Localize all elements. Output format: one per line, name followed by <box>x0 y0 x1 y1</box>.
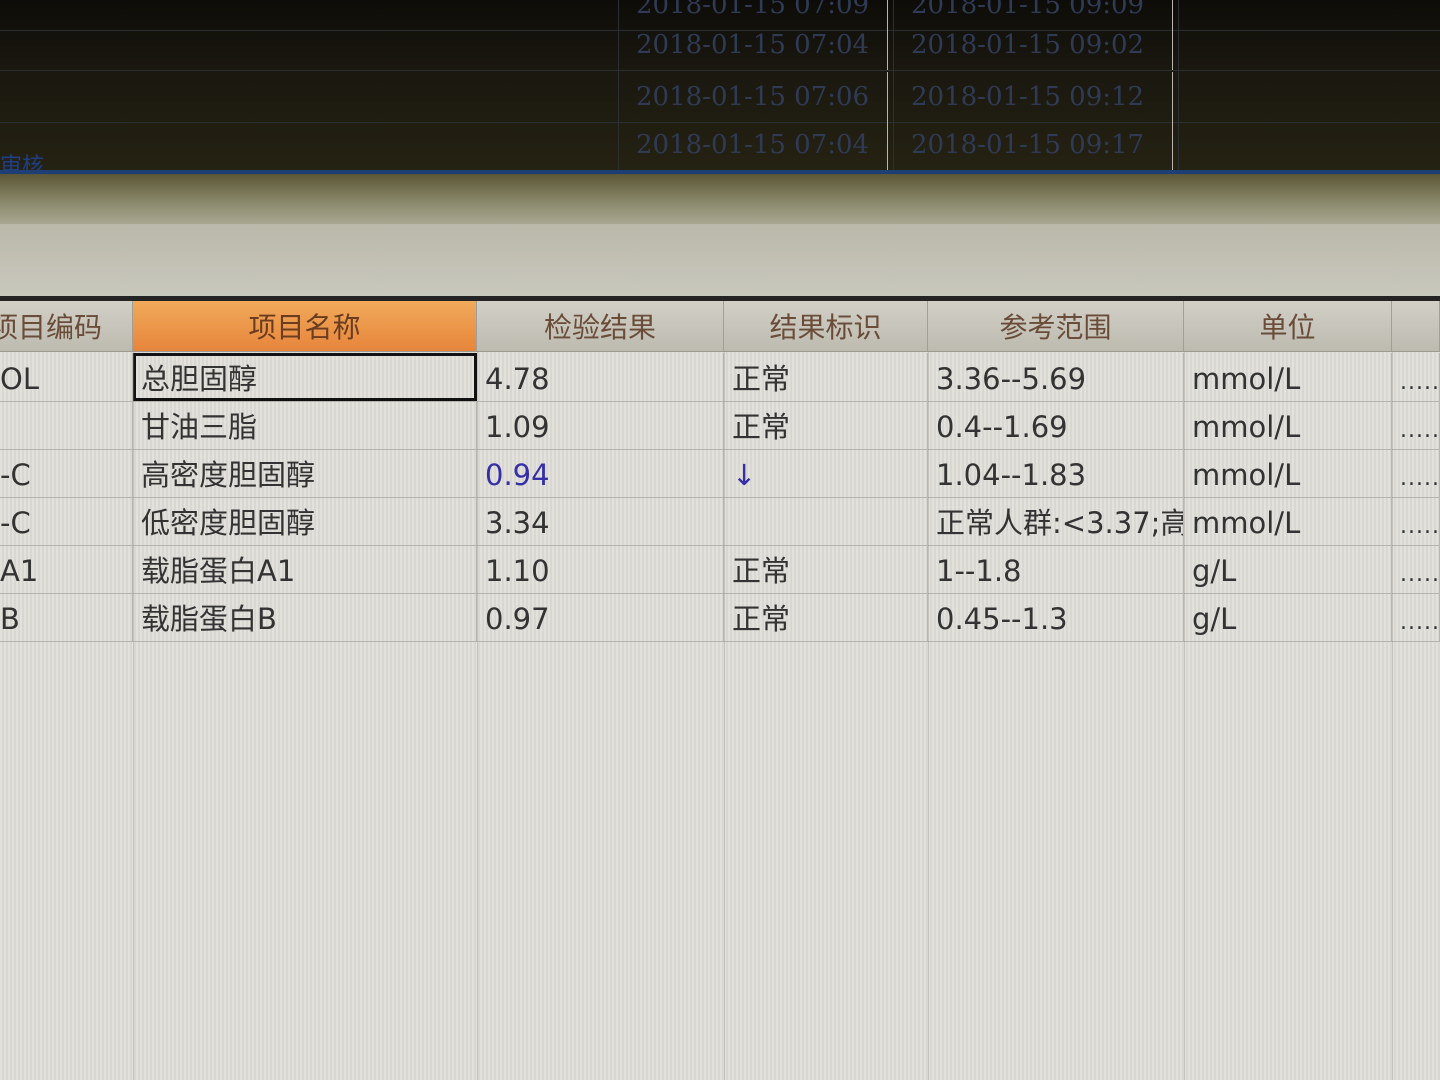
column-header-code[interactable]: 项目编码 <box>0 301 133 351</box>
item-name-cell[interactable]: 高密度胆固醇 <box>133 449 477 497</box>
result-row[interactable]: B 载脂蛋白B 0.97 正常 0.45--1.3 g/L ...... <box>0 593 1440 642</box>
result-value-cell[interactable]: 3.34 <box>477 497 724 545</box>
result-row[interactable]: A1 载脂蛋白A1 1.10 正常 1--1.8 g/L ...... <box>0 545 1440 594</box>
item-name-cell[interactable]: 总胆固醇 <box>133 353 477 401</box>
sample-report-time: 2018-01-15 09:17 <box>903 120 1173 170</box>
unit-cell[interactable]: mmol/L <box>1184 497 1392 545</box>
result-flag-cell[interactable]: ↓ <box>724 449 928 497</box>
result-row[interactable]: -C 低密度胆固醇 3.34 正常人群:<3.37;高 mmol/L .....… <box>0 497 1440 546</box>
item-name-cell[interactable]: 低密度胆固醇 <box>133 497 477 545</box>
column-header-name[interactable]: 项目名称 <box>133 301 477 351</box>
ellipsis: ...... <box>1400 418 1440 443</box>
result-row[interactable]: 甘油三脂 1.09 正常 0.4--1.69 mmol/L ...... <box>0 401 1440 450</box>
column-header-more[interactable] <box>1392 301 1440 351</box>
item-name-cell[interactable]: 载脂蛋白A1 <box>133 545 477 593</box>
reference-range-cell[interactable]: 0.4--1.69 <box>928 401 1184 449</box>
results-grid[interactable]: 项目编码 项目名称 检验结果 结果标识 参考范围 单位 OL 总胆固醇 4.78… <box>0 301 1440 1080</box>
more-cell[interactable]: ...... <box>1392 545 1440 593</box>
column-guide <box>133 351 134 1080</box>
splitter-bar[interactable] <box>0 174 1440 224</box>
more-cell[interactable]: ...... <box>1392 449 1440 497</box>
reference-range-cell[interactable]: 3.36--5.69 <box>928 353 1184 401</box>
unit-cell[interactable]: mmol/L <box>1184 401 1392 449</box>
result-flag-cell[interactable]: 正常 <box>724 545 928 593</box>
column-header-flag[interactable]: 结果标识 <box>724 301 928 351</box>
column-guide <box>1392 351 1393 1080</box>
column-header-unit[interactable]: 单位 <box>1184 301 1392 351</box>
more-cell[interactable]: ...... <box>1392 497 1440 545</box>
result-flag-cell[interactable]: 正常 <box>724 401 928 449</box>
item-name-cell[interactable]: 甘油三脂 <box>133 401 477 449</box>
more-cell[interactable]: ...... <box>1392 593 1440 641</box>
ellipsis: ...... <box>1400 370 1440 395</box>
result-value-cell[interactable]: 4.78 <box>477 353 724 401</box>
sample-received-time: 2018-01-15 07:04 <box>628 120 888 170</box>
sample-report-time: 2018-01-15 09:02 <box>903 20 1173 70</box>
item-code-cell[interactable]: -C <box>0 497 133 545</box>
column-guide <box>1184 351 1185 1080</box>
column-guide <box>477 351 478 1080</box>
more-cell[interactable]: ...... <box>1392 401 1440 449</box>
sample-row[interactable]: 2018-01-15 07:04 2018-01-15 09:17 <box>0 120 1440 171</box>
sample-row[interactable]: 2018-01-15 07:04 2018-01-15 09:02 <box>0 20 1440 71</box>
unit-cell[interactable]: g/L <box>1184 593 1392 641</box>
ellipsis: ...... <box>1400 514 1440 539</box>
ellipsis: ...... <box>1400 610 1440 635</box>
item-code-cell[interactable]: -C <box>0 449 133 497</box>
column-guide <box>928 351 929 1080</box>
result-flag-cell[interactable]: 正常 <box>724 593 928 641</box>
unit-cell[interactable]: mmol/L <box>1184 353 1392 401</box>
result-row[interactable]: OL 总胆固醇 4.78 正常 3.36--5.69 mmol/L ...... <box>0 353 1440 402</box>
result-value-cell[interactable]: 1.09 <box>477 401 724 449</box>
result-value-cell[interactable]: 0.97 <box>477 593 724 641</box>
ellipsis: ...... <box>1400 562 1440 587</box>
column-header-range[interactable]: 参考范围 <box>928 301 1184 351</box>
ellipsis: ...... <box>1400 466 1440 491</box>
sample-report-time: 2018-01-15 09:12 <box>903 72 1173 122</box>
item-code-cell[interactable]: OL <box>0 353 133 401</box>
result-flag-cell[interactable] <box>724 497 928 545</box>
reference-range-cell[interactable]: 正常人群:<3.37;高 <box>928 497 1184 545</box>
sample-received-time: 2018-01-15 07:06 <box>628 72 888 122</box>
sample-list-panel: 2018-01-15 07:09 2018-01-15 09:09 2018-0… <box>0 0 1440 180</box>
grid-header: 项目编码 项目名称 检验结果 结果标识 参考范围 单位 <box>0 301 1440 352</box>
reference-range-cell[interactable]: 1--1.8 <box>928 545 1184 593</box>
reference-range-cell[interactable]: 1.04--1.83 <box>928 449 1184 497</box>
result-value-cell[interactable]: 1.10 <box>477 545 724 593</box>
result-value-cell[interactable]: 0.94 <box>477 449 724 497</box>
item-code-cell[interactable]: A1 <box>0 545 133 593</box>
column-guide <box>724 351 725 1080</box>
item-name-cell[interactable]: 载脂蛋白B <box>133 593 477 641</box>
toolbar-area <box>0 224 1440 296</box>
result-flag-cell[interactable]: 正常 <box>724 353 928 401</box>
sample-row[interactable]: 2018-01-15 07:06 2018-01-15 09:12 <box>0 72 1440 123</box>
result-row[interactable]: -C 高密度胆固醇 0.94 ↓ 1.04--1.83 mmol/L .....… <box>0 449 1440 498</box>
reference-range-cell[interactable]: 0.45--1.3 <box>928 593 1184 641</box>
sample-received-time: 2018-01-15 07:04 <box>628 20 888 70</box>
item-code-cell[interactable] <box>0 401 133 449</box>
unit-cell[interactable]: mmol/L <box>1184 449 1392 497</box>
item-code-cell[interactable]: B <box>0 593 133 641</box>
more-cell[interactable]: ...... <box>1392 353 1440 401</box>
column-header-result[interactable]: 检验结果 <box>477 301 724 351</box>
unit-cell[interactable]: g/L <box>1184 545 1392 593</box>
